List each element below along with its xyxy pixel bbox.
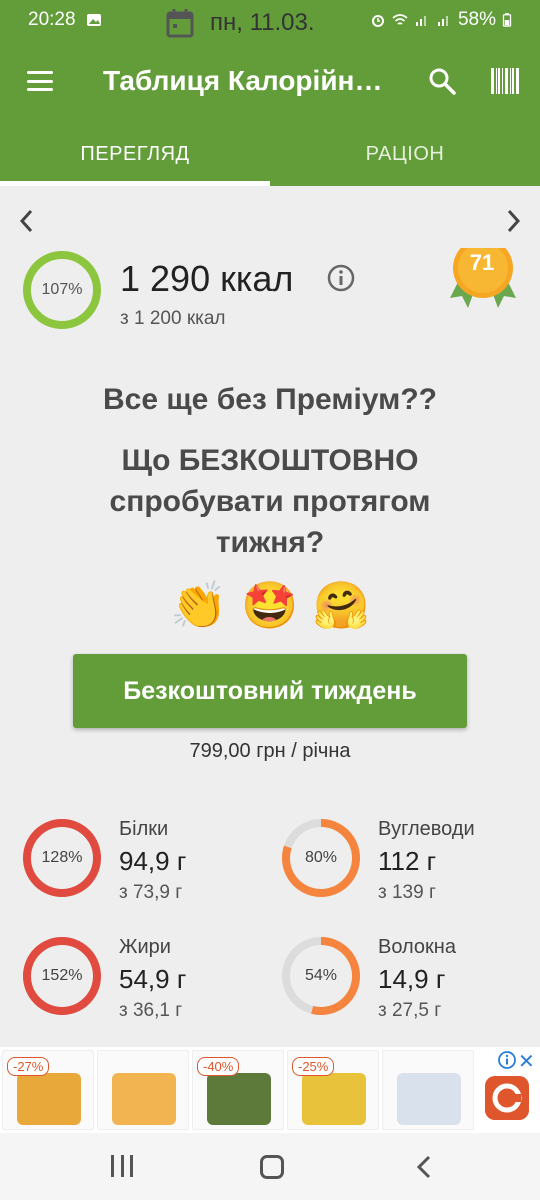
battery-percent: 58% xyxy=(457,9,496,30)
macro-name: Жири xyxy=(119,936,171,958)
macro-goal: з 27,5 г xyxy=(378,1000,442,1021)
app-toolbar: Таблиця Калорійн… xyxy=(0,40,540,122)
macro-goal: з 139 г xyxy=(378,882,436,903)
macro-value: 54,9 г xyxy=(119,964,187,994)
macro-protein[interactable]: 128% Білки 94,9 г з 73,9 г xyxy=(22,818,272,918)
macro-value: 112 г xyxy=(378,846,437,876)
promo-subtitle: Що БЕЗКОШТОВНО спробувати протягом тижня… xyxy=(109,444,431,559)
clapping-hands-emoji: 👏 xyxy=(170,579,228,631)
macro-value: 94,9 г xyxy=(119,846,187,876)
star-struck-emoji: 🤩 xyxy=(241,579,299,631)
barcode-icon[interactable] xyxy=(491,68,519,94)
signal-icon-2 xyxy=(437,16,448,26)
discount-badge: -27% xyxy=(7,1057,50,1076)
chevron-left-icon xyxy=(19,209,33,233)
wifi-icon xyxy=(392,14,408,25)
info-icon[interactable] xyxy=(326,263,356,293)
date-picker[interactable]: пн, 11.03. xyxy=(166,8,315,38)
home-icon[interactable] xyxy=(260,1155,284,1179)
ad-close-icon[interactable]: ✕ xyxy=(518,1049,535,1074)
app-title: Таблиця Калорійн… xyxy=(103,65,383,96)
macro-carbs[interactable]: 80% Вуглеводи 112 г з 139 г xyxy=(281,818,531,918)
ad-product[interactable]: -25% xyxy=(287,1050,379,1130)
promo-emojis: 👏 🤩 🤗 xyxy=(0,578,540,633)
calendar-icon xyxy=(166,9,194,38)
calorie-value: 1 290 ккал xyxy=(120,258,294,299)
signal-icon xyxy=(415,16,426,26)
ad-product[interactable] xyxy=(382,1050,474,1130)
product-image xyxy=(112,1073,176,1125)
discount-badge: -25% xyxy=(292,1057,335,1076)
hugging-face-emoji: 🤗 xyxy=(312,579,370,631)
ad-product[interactable] xyxy=(97,1050,189,1130)
back-icon[interactable] xyxy=(414,1154,434,1180)
macro-percent: 152% xyxy=(41,967,83,984)
promo-title: Все ще без Преміум?? xyxy=(103,383,437,416)
macro-percent: 54% xyxy=(304,967,338,984)
ad-product[interactable]: -40% xyxy=(192,1050,284,1130)
recents-icon[interactable] xyxy=(111,1155,133,1177)
product-image xyxy=(397,1073,461,1125)
product-image xyxy=(302,1073,366,1125)
macro-percent: 128% xyxy=(41,849,83,866)
next-day-button[interactable] xyxy=(494,201,534,241)
date-navigation xyxy=(0,196,540,246)
macro-name: Волокна xyxy=(378,936,456,958)
macro-goal: з 73,9 г xyxy=(119,882,183,903)
macro-fat[interactable]: 152% Жири 54,9 г з 36,1 г xyxy=(22,936,272,1036)
calorie-percent: 107% xyxy=(41,281,83,298)
product-image xyxy=(17,1073,81,1125)
discount-badge: -40% xyxy=(197,1057,240,1076)
search-icon[interactable] xyxy=(427,66,457,96)
macro-goal: з 36,1 г xyxy=(119,1000,183,1021)
alarm-icon xyxy=(371,15,384,27)
ad-banner[interactable]: -27% -40% -25% xyxy=(0,1047,540,1133)
status-time: 20:28 xyxy=(28,9,76,30)
ad-brand-logo[interactable] xyxy=(485,1076,529,1120)
tab-diet[interactable]: РАЦІОН xyxy=(270,122,540,186)
premium-price: 799,00 грн / річна xyxy=(189,740,351,762)
ad-product[interactable]: -27% xyxy=(2,1050,94,1130)
gallery-icon xyxy=(86,14,101,26)
macro-value: 14,9 г xyxy=(378,964,446,994)
medal-number: 71 xyxy=(469,250,495,275)
current-date: пн, 11.03. xyxy=(210,9,315,36)
tab-bar: ПЕРЕГЛЯД РАЦІОН xyxy=(0,122,540,186)
hamburger-icon[interactable] xyxy=(27,71,53,91)
tab-overview[interactable]: ПЕРЕГЛЯД xyxy=(0,122,270,186)
macro-fiber[interactable]: 54% Волокна 14,9 г з 27,5 г xyxy=(281,936,531,1036)
free-week-button[interactable]: Безкоштовний тиждень xyxy=(73,654,467,728)
calorie-goal: з 1 200 ккал xyxy=(120,308,226,329)
calorie-progress-ring[interactable]: 107% xyxy=(22,250,102,330)
previous-day-button[interactable] xyxy=(6,201,46,241)
chevron-right-icon xyxy=(507,209,521,233)
battery-icon xyxy=(502,13,512,27)
product-image xyxy=(207,1073,271,1125)
macro-percent: 80% xyxy=(304,849,338,866)
macro-name: Вуглеводи xyxy=(378,818,475,840)
macro-name: Білки xyxy=(119,818,169,840)
ad-info-icon[interactable] xyxy=(497,1050,517,1070)
